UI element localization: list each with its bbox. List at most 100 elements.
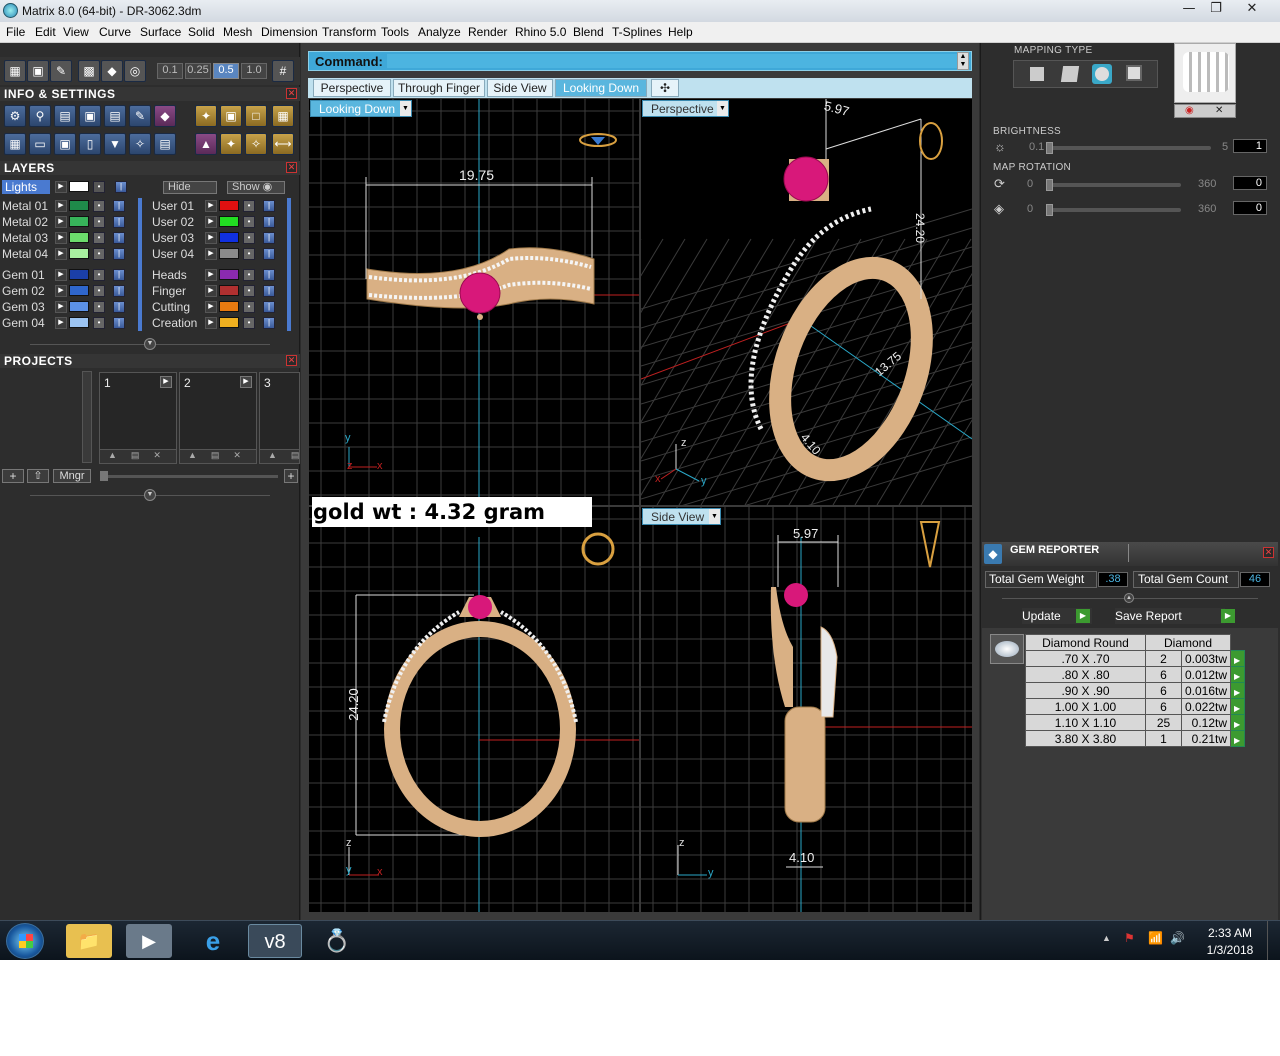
- layer-stack-icon[interactable]: ▤: [54, 105, 76, 127]
- layer-arrow-icon[interactable]: ▶: [55, 248, 67, 260]
- rotation1-slider[interactable]: [1046, 183, 1181, 187]
- viewport-side-view[interactable]: Side View ▼ 5.97 4.10 z y: [641, 507, 972, 912]
- collapse-layers-icon[interactable]: ▼: [144, 338, 156, 350]
- box-mapping-icon[interactable]: [1060, 66, 1080, 82]
- planar-mapping-icon[interactable]: [1030, 67, 1044, 81]
- rotation2-slider-knob[interactable]: [1046, 204, 1053, 216]
- material-color-icon[interactable]: ◉: [1185, 105, 1194, 116]
- hide-button[interactable]: Hide: [163, 181, 217, 194]
- ring-app-icon[interactable]: 💍: [314, 924, 360, 958]
- close-button[interactable]: ✕: [1232, 0, 1272, 20]
- cylinder-icon[interactable]: ▯: [79, 133, 101, 155]
- layer-arrow-icon[interactable]: ▶: [205, 232, 217, 244]
- gem-row-arrow-icon[interactable]: ▶: [1230, 650, 1246, 667]
- wand-icon[interactable]: ✦: [195, 105, 217, 127]
- lights-lock-icon[interactable]: •: [93, 181, 105, 193]
- layer-lock-icon[interactable]: •: [93, 285, 105, 297]
- layer-metal-03[interactable]: Metal 03: [2, 231, 54, 245]
- layer-visibility-icon[interactable]: |: [263, 285, 275, 297]
- brightness-slider-knob[interactable]: [1046, 142, 1053, 154]
- gem-row[interactable]: .90 X .90 6 0.016tw ▶: [1025, 682, 1246, 699]
- projects-slider-knob[interactable]: [100, 471, 108, 481]
- layer-arrow-icon[interactable]: ▶: [205, 269, 217, 281]
- snap-value-3[interactable]: 1.0: [241, 63, 267, 79]
- layer-color-swatch[interactable]: [219, 232, 239, 243]
- menu-file[interactable]: File: [6, 25, 25, 39]
- zoom-icon[interactable]: ⚲: [29, 105, 51, 127]
- menu-surface[interactable]: Surface: [140, 25, 181, 39]
- rotation1-slider-knob[interactable]: [1046, 179, 1053, 191]
- layer-visibility-icon[interactable]: |: [113, 200, 125, 212]
- project-open-icon[interactable]: ▶: [160, 376, 172, 388]
- rotation2-slider[interactable]: [1046, 208, 1181, 212]
- layer-visibility-icon[interactable]: |: [263, 301, 275, 313]
- layer-color-swatch[interactable]: [219, 285, 239, 296]
- info-settings-close-icon[interactable]: ✕: [286, 88, 297, 99]
- start-button[interactable]: [6, 923, 44, 959]
- layer-visibility-icon[interactable]: |: [263, 269, 275, 281]
- layer-color-swatch[interactable]: [69, 317, 89, 328]
- gem-row[interactable]: 1.00 X 1.00 6 0.022tw ▶: [1025, 698, 1246, 715]
- layer-color-swatch[interactable]: [219, 269, 239, 280]
- pyramid-icon[interactable]: ▲: [195, 133, 217, 155]
- layer-visibility-icon[interactable]: |: [263, 200, 275, 212]
- gem-row[interactable]: 3.80 X 3.80 1 0.21tw ▶: [1025, 730, 1246, 747]
- internet-explorer-icon[interactable]: e: [190, 924, 236, 958]
- layer-lock-icon[interactable]: •: [243, 216, 255, 228]
- layer-gem-03[interactable]: Gem 03: [2, 300, 54, 314]
- project-open-icon[interactable]: ▶: [240, 376, 252, 388]
- project-slot-actions[interactable]: ▲▤✕: [260, 449, 299, 463]
- layer-arrow-icon[interactable]: ▶: [55, 301, 67, 313]
- layer-arrow-icon[interactable]: ▶: [55, 269, 67, 281]
- manager-button[interactable]: Mngr: [53, 469, 91, 483]
- show-button[interactable]: Show ◉: [227, 181, 285, 194]
- layer-metal-04[interactable]: Metal 04: [2, 247, 54, 261]
- update-arrow-icon[interactable]: ▶: [1076, 609, 1090, 623]
- layer-visibility-icon[interactable]: |: [113, 269, 125, 281]
- layer-lock-icon[interactable]: •: [93, 232, 105, 244]
- layer-arrow-icon[interactable]: ▶: [205, 216, 217, 228]
- layer-visibility-icon[interactable]: |: [263, 317, 275, 329]
- layer-arrow-icon[interactable]: ▶: [55, 216, 67, 228]
- cube-icon[interactable]: ▣: [79, 105, 101, 127]
- add-view-tab-icon[interactable]: ✣: [651, 79, 679, 97]
- monitor-icon[interactable]: ▭: [29, 133, 51, 155]
- cylindrical-mapping-icon[interactable]: [1126, 65, 1142, 81]
- menu-mesh[interactable]: Mesh: [223, 25, 252, 39]
- layer-lock-icon[interactable]: •: [243, 269, 255, 281]
- layer-lock-icon[interactable]: •: [93, 317, 105, 329]
- spherical-mapping-icon[interactable]: [1092, 64, 1112, 84]
- layer-color-swatch[interactable]: [69, 269, 89, 280]
- layer-color-swatch[interactable]: [219, 317, 239, 328]
- snap-value-0[interactable]: 0.1: [157, 63, 183, 79]
- layer-arrow-icon[interactable]: ▶: [55, 200, 67, 212]
- gem-row[interactable]: .80 X .80 6 0.012tw ▶: [1025, 666, 1246, 683]
- dropdown-arrow-icon[interactable]: ▼: [400, 101, 411, 116]
- layer-lock-icon[interactable]: •: [243, 285, 255, 297]
- restore-button[interactable]: ❐: [1203, 0, 1229, 20]
- layer-arrow-icon[interactable]: ▶: [205, 248, 217, 260]
- menu-dimension[interactable]: Dimension: [261, 25, 318, 39]
- gem-row[interactable]: .70 X .70 2 0.003tw ▶: [1025, 650, 1246, 667]
- layer-lock-icon[interactable]: •: [243, 317, 255, 329]
- layer-metal-02[interactable]: Metal 02: [2, 215, 54, 229]
- pen-tool-icon[interactable]: ✎: [50, 60, 72, 82]
- grid-icon[interactable]: ▦: [4, 60, 26, 82]
- menu-rhino-5-0[interactable]: Rhino 5.0: [515, 25, 566, 39]
- layer-color-swatch[interactable]: [219, 200, 239, 211]
- action-center-icon[interactable]: ⚑: [1124, 931, 1135, 945]
- filter-icon[interactable]: ▼: [104, 133, 126, 155]
- viewport-front[interactable]: 24.20 z y x: [309, 507, 639, 912]
- list-icon[interactable]: ▤: [154, 133, 176, 155]
- layer-heads[interactable]: Heads: [152, 268, 204, 282]
- crop-icon[interactable]: ▣: [220, 105, 242, 127]
- grid-layout-icon[interactable]: ▦: [4, 133, 26, 155]
- layer-color-swatch[interactable]: [69, 216, 89, 227]
- media-player-icon[interactable]: ▶: [126, 924, 172, 958]
- project-slot-actions[interactable]: ▲▤✕: [100, 449, 176, 463]
- scatter-icon[interactable]: ✦: [220, 133, 242, 155]
- layer-visibility-icon[interactable]: |: [113, 317, 125, 329]
- material-close-icon[interactable]: ✕: [1215, 105, 1223, 116]
- add-project-icon[interactable]: +: [2, 469, 24, 483]
- layer-lock-icon[interactable]: •: [93, 301, 105, 313]
